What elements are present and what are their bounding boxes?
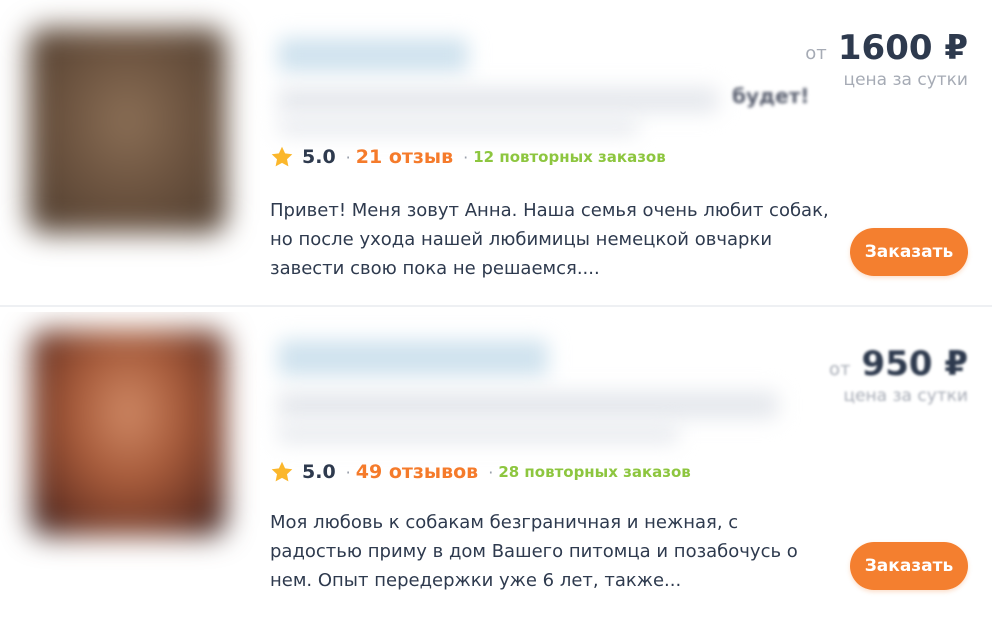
separator-dot: · [345,147,351,167]
price-note: цена за сутки [843,386,968,406]
sitter-card[interactable]: будет! от 1600 ₽ цена за сутки 5.0 · 21 … [0,0,992,306]
price-amount: 950 ₽ [861,344,968,384]
order-button[interactable]: Заказать [850,228,968,276]
rating-row: 5.0 · 49 отзывов · 28 повторных заказов [270,460,691,484]
price-amount: 1600 ₽ [837,28,968,68]
order-button[interactable]: Заказать [850,542,968,590]
rating-score: 5.0 [302,146,336,168]
price-prefix: от [805,43,827,64]
price-note: цена за сутки [843,70,968,90]
reviews-link[interactable]: 21 отзыв [356,146,453,168]
separator-dot: · [463,147,469,167]
sitter-heading-blurred [278,88,718,112]
sitter-photo[interactable] [30,330,226,536]
star-icon [271,146,293,167]
price-block: от 1600 ₽ цена за сутки [805,28,968,90]
separator-dot: · [345,462,351,482]
sitter-heading-visible-part: будет! [732,84,810,108]
separator-dot: · [488,462,494,482]
sitter-location-blurred [278,120,638,134]
repeat-orders: 12 повторных заказов [473,148,666,166]
star-icon [271,461,293,482]
sitter-name-blurred[interactable] [278,340,548,376]
price-block: от 950 ₽ цена за сутки [829,344,968,406]
rating-row: 5.0 · 21 отзыв · 12 повторных заказов [270,145,666,169]
sitter-heading-blurred [278,392,778,418]
repeat-orders: 28 повторных заказов [498,463,691,481]
sitter-location-blurred [278,426,678,442]
card-divider [0,305,992,307]
sitter-name-blurred[interactable] [278,38,468,72]
sitter-description: Привет! Меня зовут Анна. Наша семья очен… [270,200,829,279]
rating-score: 5.0 [302,461,336,483]
sitter-photo[interactable] [28,28,226,233]
sitter-card[interactable]: от 950 ₽ цена за сутки 5.0 · 49 отзывов … [0,312,992,625]
price-prefix: от [828,359,851,380]
sitter-description: Моя любовь к собакам безграничная и нежн… [270,512,798,591]
reviews-link[interactable]: 49 отзывов [356,461,478,483]
